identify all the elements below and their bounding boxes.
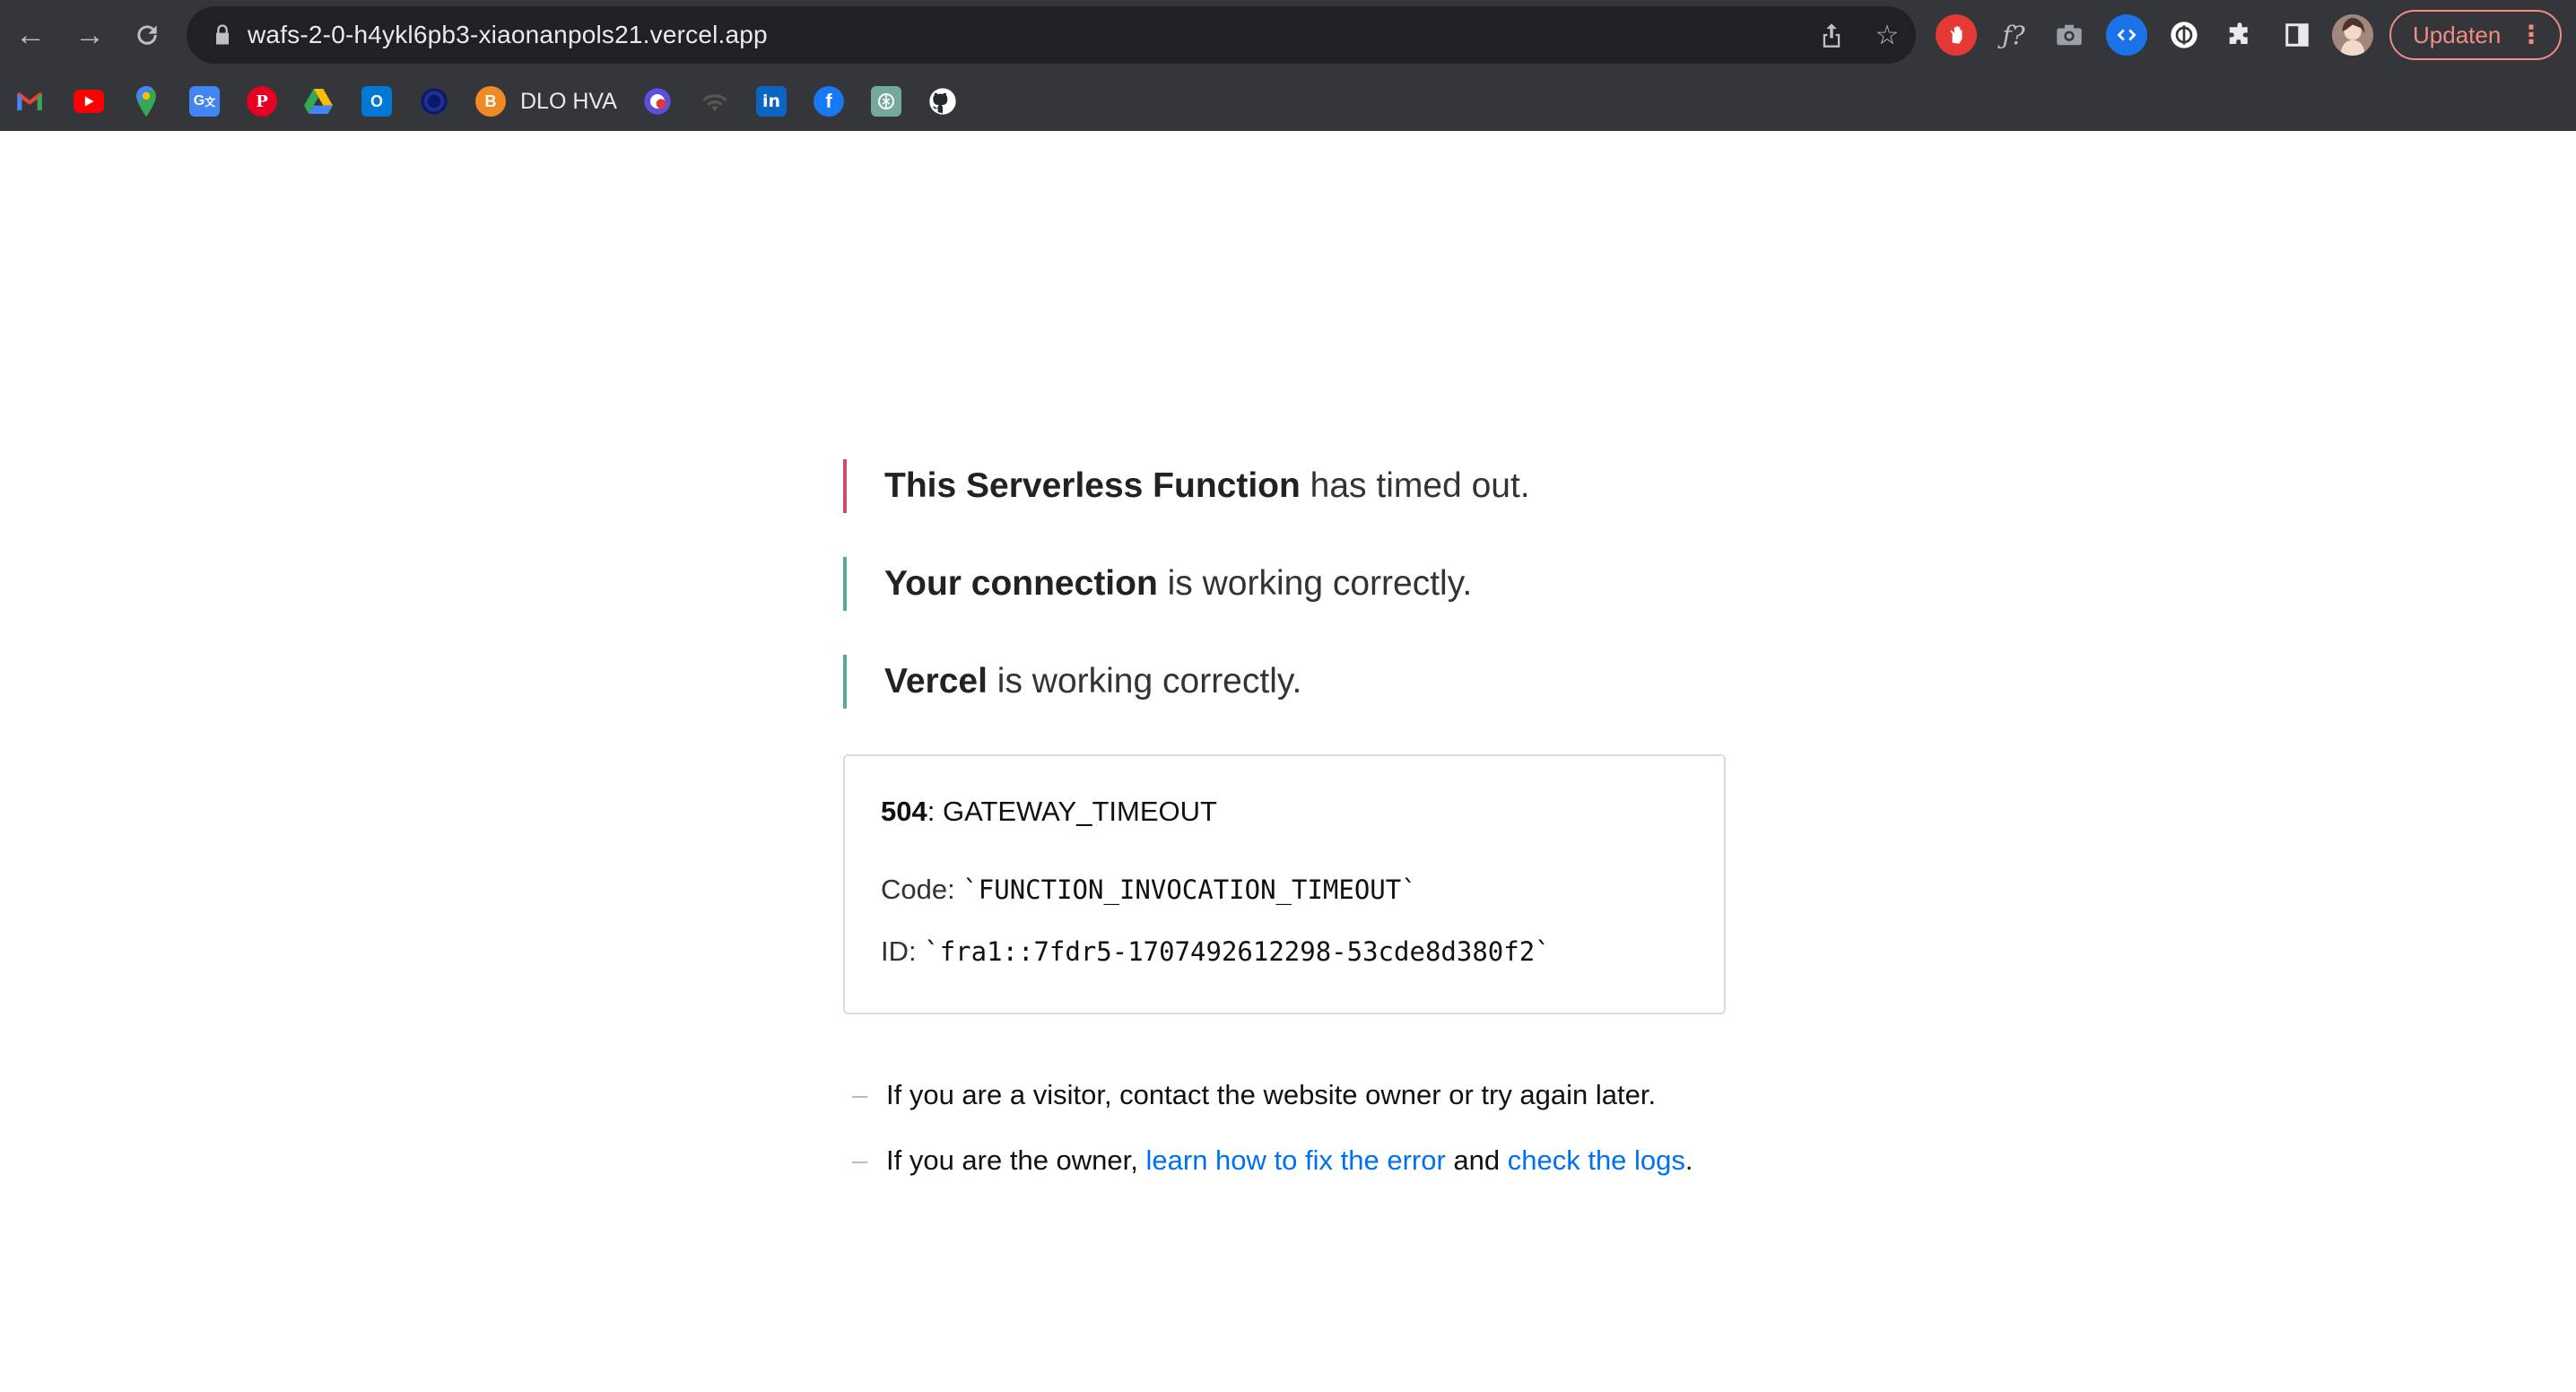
help-visitor-text: If you are a visitor, contact the websit…	[886, 1079, 1657, 1110]
help-and-text: and	[1445, 1144, 1508, 1176]
figma-community-icon[interactable]	[642, 86, 673, 117]
linkedin-icon[interactable]: in	[756, 86, 787, 117]
update-button[interactable]: Updaten ⋮	[2389, 10, 2562, 60]
url-text[interactable]: wafs-2-0-h4ykl6pb3-xiaonanpols21.vercel.…	[248, 6, 768, 64]
bookmark-dlo-hva[interactable]: DLO HVA	[520, 86, 617, 117]
status-rest-text: is working correctly.	[987, 662, 1302, 700]
help-owner-prefix: If you are the owner,	[886, 1144, 1146, 1176]
fix-error-link[interactable]: learn how to fix the error	[1146, 1144, 1446, 1176]
reload-icon[interactable]	[124, 12, 170, 58]
check-logs-link[interactable]: check the logs	[1508, 1144, 1685, 1176]
camera-extension-icon[interactable]	[2049, 14, 2090, 56]
error-details-box: 504: GATEWAY_TIMEOUT Code: `FUNCTION_INV…	[843, 754, 1726, 1014]
error-id-label: ID:	[881, 935, 925, 967]
hva-icon[interactable]	[419, 86, 449, 117]
extensions-puzzle-icon[interactable]	[2219, 14, 2260, 56]
help-visitor-item: – If you are a visitor, contact the webs…	[852, 1073, 1794, 1118]
browser-toolbar: ← → wafs-2-0-h4ykl6pb3-xiaonanpols21.ver…	[0, 0, 2576, 70]
help-owner-item: – If you are the owner, learn how to fix…	[852, 1138, 1794, 1183]
status-bar-error	[843, 459, 847, 513]
pinterest-icon[interactable]: P	[247, 86, 277, 117]
facebook-icon[interactable]: f	[814, 86, 844, 117]
share-icon[interactable]	[1812, 15, 1851, 55]
google-maps-icon[interactable]	[131, 86, 161, 117]
profile-avatar[interactable]	[2332, 14, 2373, 56]
status-bold-text: This Serverless Function	[884, 466, 1301, 505]
status-bold-text: Your connection	[884, 564, 1158, 603]
side-panel-icon[interactable]	[2276, 14, 2318, 56]
chatgpt-icon[interactable]	[871, 86, 901, 117]
dlo-hva-icon[interactable]: B	[475, 86, 506, 117]
update-label: Updaten	[2413, 22, 2502, 48]
bookmark-star-icon[interactable]: ☆	[1867, 15, 1907, 55]
list-dash: –	[852, 1144, 868, 1176]
help-owner-text: If you are the owner, learn how to fix t…	[886, 1138, 1693, 1183]
github-icon[interactable]	[927, 86, 958, 117]
error-status-code: 504	[881, 796, 927, 827]
formula-extension-icon[interactable]: ƒ?	[1993, 14, 2034, 56]
google-drive-icon[interactable]	[303, 86, 334, 117]
youtube-icon[interactable]	[74, 90, 104, 113]
list-dash: –	[852, 1079, 868, 1110]
lock-icon[interactable]	[210, 22, 235, 48]
error-id-line: ID: `fra1::7fdr5-1707492612298-53cde8d38…	[881, 935, 1551, 968]
code-extension-icon[interactable]	[2106, 14, 2147, 56]
bookmarks-bar: G文 P O B DLO HVA in f	[0, 75, 2576, 126]
browser-menu-icon[interactable]: ⋮	[2519, 12, 2544, 58]
help-period: .	[1684, 1144, 1693, 1176]
error-code-value: `FUNCTION_INVOCATION_TIMEOUT`	[962, 874, 1417, 905]
status-vercel-ok: Vercel is working correctly.	[843, 655, 1830, 709]
google-translate-icon[interactable]: G文	[189, 86, 220, 117]
address-bar[interactable]: wafs-2-0-h4ykl6pb3-xiaonanpols21.vercel.…	[187, 6, 1916, 64]
status-function-timeout: This Serverless Function has timed out.	[843, 459, 1830, 513]
error-page: This Serverless Function has timed out. …	[0, 131, 2576, 1392]
wifi-icon[interactable]	[700, 86, 730, 117]
status-bold-text: Vercel	[884, 662, 988, 700]
status-connection-ok: Your connection is working correctly.	[843, 557, 1830, 611]
gmail-icon[interactable]	[14, 86, 45, 117]
error-id-value: `fra1::7fdr5-1707492612298-53cde8d380f2`	[924, 936, 1551, 967]
status-bar-ok	[843, 655, 847, 709]
error-code-line: Code: `FUNCTION_INVOCATION_TIMEOUT`	[881, 874, 1417, 906]
outlook-icon[interactable]: O	[361, 86, 392, 117]
forward-icon[interactable]: →	[66, 12, 113, 58]
status-rest-text: has timed out.	[1300, 466, 1530, 505]
browser-chrome: ← → wafs-2-0-h4ykl6pb3-xiaonanpols21.ver…	[0, 0, 2576, 131]
back-icon[interactable]: ←	[7, 12, 54, 58]
error-code-label: Code:	[881, 874, 963, 905]
adblock-extension-icon[interactable]	[1936, 14, 1977, 56]
error-status-title: 504: GATEWAY_TIMEOUT	[881, 796, 1217, 828]
privacy-extension-icon[interactable]	[2163, 14, 2205, 56]
status-rest-text: is working correctly.	[1157, 564, 1473, 603]
status-bar-ok	[843, 557, 847, 611]
error-status-name: : GATEWAY_TIMEOUT	[927, 796, 1217, 827]
